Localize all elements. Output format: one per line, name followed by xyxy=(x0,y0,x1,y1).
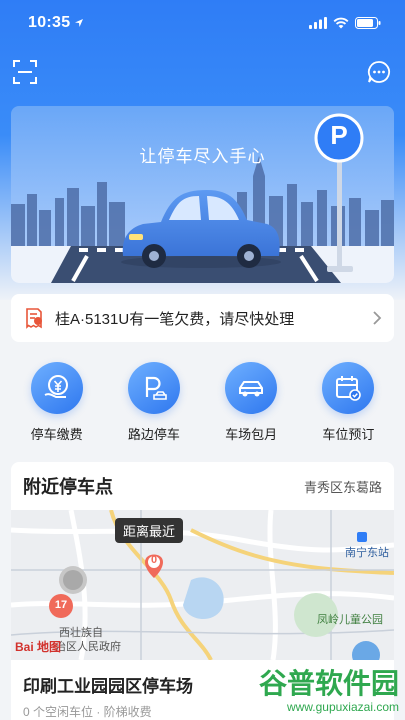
map-logo: Bai 地图 xyxy=(15,640,62,654)
nearby-title: 附近停车点 xyxy=(23,477,113,497)
scan-button[interactable] xyxy=(10,57,40,87)
nearby-location[interactable]: 青秀区东葛路 xyxy=(304,477,382,496)
status-icons xyxy=(309,17,381,29)
parking-payment-icon xyxy=(30,362,83,414)
map-label-park: 凤岭儿童公园 xyxy=(317,614,383,626)
service-label: 车场包月 xyxy=(225,427,278,442)
map-view[interactable]: 距离最近 0 17 南宁东站 凤岭儿童公园 西壮族自 治区人民政府 Bai 地图 xyxy=(11,510,394,660)
wifi-icon xyxy=(333,17,349,29)
map-marker-primary[interactable]: 0 xyxy=(148,554,160,566)
calendar-booking-icon xyxy=(322,362,375,414)
service-booking[interactable]: 车位预订 xyxy=(303,352,393,452)
status-bar: 10:35 xyxy=(0,0,405,46)
signal-icon xyxy=(309,17,327,29)
nearby-header: 附近停车点 青秀区东葛路 xyxy=(11,462,394,510)
watermark: 谷普软件园 www.gupuxiazai.com xyxy=(219,668,399,718)
service-parking-payment[interactable]: 停车缴费 xyxy=(12,352,102,452)
watermark-url: www.gupuxiazai.com xyxy=(286,700,399,714)
watermark-title: 谷普软件园 xyxy=(258,668,399,699)
service-label: 停车缴费 xyxy=(30,427,83,442)
service-roadside-parking[interactable]: 路边停车 xyxy=(109,352,199,452)
message-button[interactable] xyxy=(364,57,394,87)
map-label-place-2: 治区人民政府 xyxy=(55,641,121,653)
nearest-tooltip: 距离最近 xyxy=(115,518,184,543)
scan-icon xyxy=(13,60,37,84)
map-label-station: 南宁东站 xyxy=(345,547,389,559)
time-text: 10:35 xyxy=(28,14,71,31)
battery-icon xyxy=(355,17,381,29)
promo-banner[interactable]: 让停车尽入手心 P xyxy=(11,106,394,283)
service-label: 车位预订 xyxy=(322,427,375,442)
status-time: 10:35 xyxy=(28,14,84,32)
monthly-car-icon xyxy=(225,362,278,414)
service-label: 路边停车 xyxy=(127,427,180,442)
location-arrow-icon xyxy=(75,19,84,27)
map-marker-cluster[interactable]: 17 xyxy=(51,599,71,611)
bill-icon xyxy=(26,308,42,329)
chat-bubble-icon xyxy=(367,61,390,83)
roadside-parking-icon xyxy=(127,362,180,414)
service-monthly[interactable]: 车场包月 xyxy=(206,352,296,452)
chevron-right-icon xyxy=(373,311,382,325)
service-grid: 停车缴费 路边停车 车场包月 车位预订 xyxy=(0,352,405,452)
arrears-alert[interactable]: 桂A·5131U有一笔欠费，请尽快处理 xyxy=(11,294,394,342)
parking-sign-letter: P xyxy=(330,120,348,150)
alert-text: 桂A·5131U有一笔欠费，请尽快处理 xyxy=(55,310,295,328)
